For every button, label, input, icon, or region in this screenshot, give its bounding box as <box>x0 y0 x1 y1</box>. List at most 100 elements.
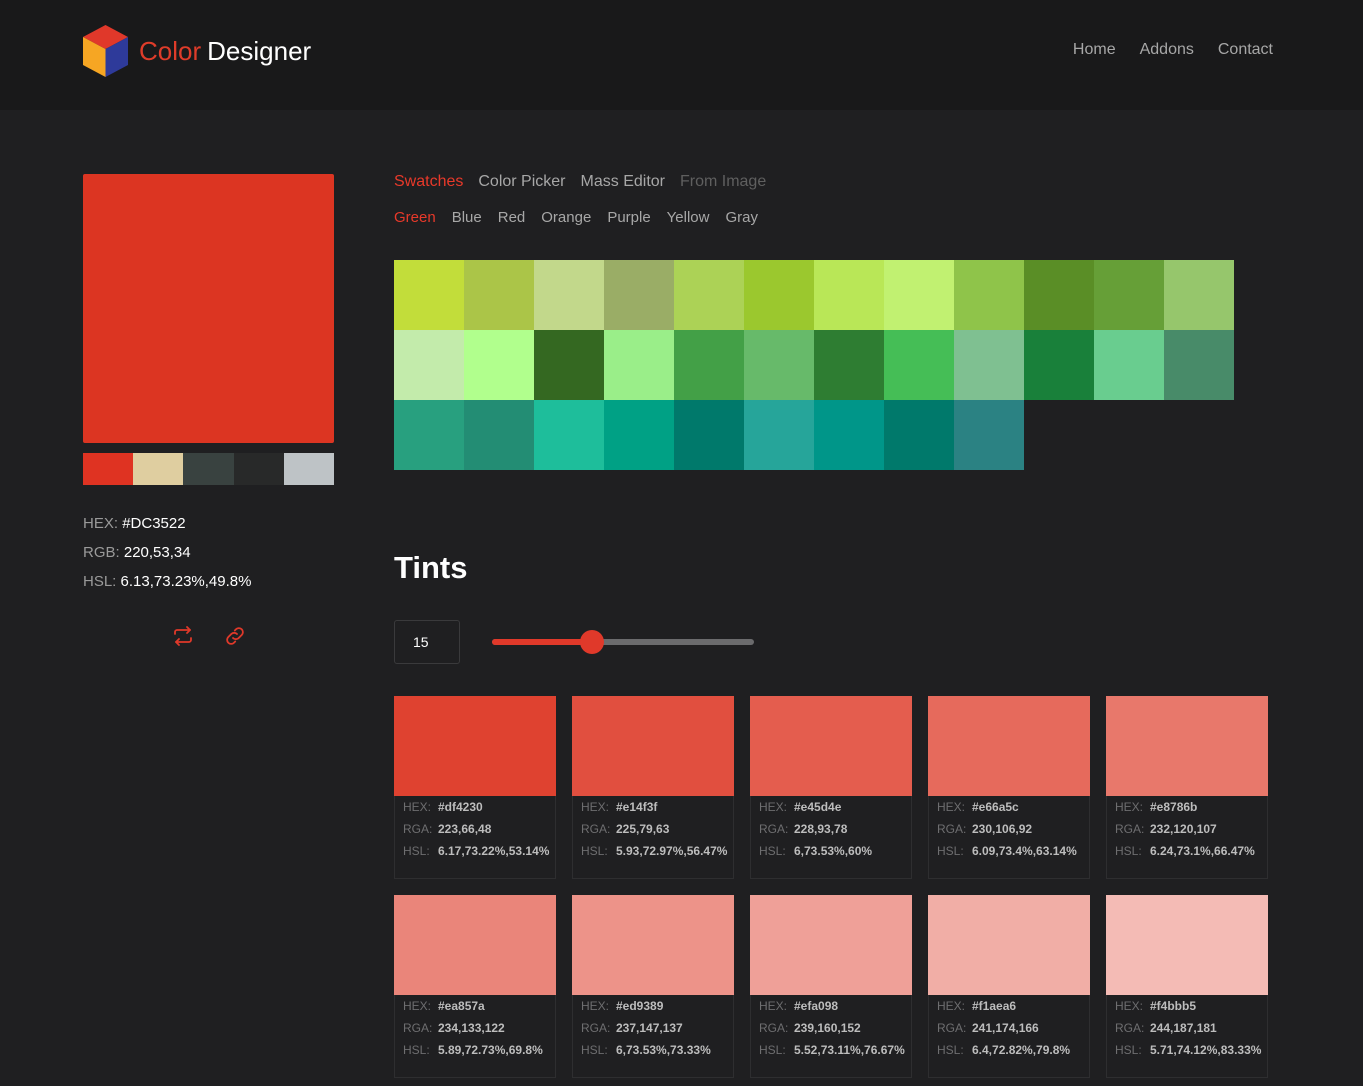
tint-card[interactable]: HEX: #ea857a RGA: 234,133,122 HSL: 5.89,72.73… <box>394 895 556 1078</box>
tint-swatch[interactable] <box>750 696 912 796</box>
nav-home[interactable]: Home <box>1073 41 1116 59</box>
swatch-cell[interactable] <box>534 400 604 470</box>
tint-swatch[interactable] <box>394 696 556 796</box>
tint-card[interactable]: HEX: #e66a5c RGA: 230,106,92 HSL: 6.09,73.4%,… <box>928 696 1090 879</box>
tint-count-input[interactable] <box>394 620 460 664</box>
tint-count-slider[interactable] <box>492 630 754 654</box>
swatch-cell[interactable] <box>814 260 884 330</box>
slider-thumb[interactable] <box>579 630 604 654</box>
tint-hsl-label: HSL: <box>581 1043 608 1057</box>
subtab-gray[interactable]: Gray <box>725 209 758 226</box>
tint-rgb-value: 223,66,48 <box>438 822 492 836</box>
swatch-cell[interactable] <box>394 260 464 330</box>
swatch-cell[interactable] <box>534 260 604 330</box>
tint-hsl-row: HSL: 6.4,72.82%,79.8% <box>929 1039 1089 1061</box>
swatch-cell[interactable] <box>464 330 534 400</box>
swatch-cell[interactable] <box>884 260 954 330</box>
swatch-cell[interactable] <box>954 330 1024 400</box>
tint-card[interactable]: HEX: #f4bbb5 RGA: 244,187,181 HSL: 5.71,74.12… <box>1106 895 1268 1078</box>
palette-swatch[interactable] <box>83 453 134 485</box>
subtab-orange[interactable]: Orange <box>541 209 591 226</box>
swatch-cell[interactable] <box>1024 260 1094 330</box>
tab-swatches[interactable]: Swatches <box>394 173 463 191</box>
nav-addons[interactable]: Addons <box>1140 41 1194 59</box>
swatch-cell[interactable] <box>1094 330 1164 400</box>
tint-hsl-value: 6.17,73.22%,53.14% <box>438 844 550 858</box>
nav-contact[interactable]: Contact <box>1218 41 1273 59</box>
tint-rgb-row: RGA: 230,106,92 <box>929 818 1089 840</box>
swap-icon[interactable] <box>172 625 194 647</box>
current-color-swatch[interactable] <box>83 174 334 443</box>
tint-hex-label: HEX: <box>1115 800 1144 814</box>
tint-hex-row: HEX: #e8786b <box>1107 796 1267 818</box>
swatch-cell[interactable] <box>954 400 1024 470</box>
tint-rgb-label: RGA: <box>937 1021 967 1035</box>
swatch-cell[interactable] <box>674 260 744 330</box>
swatch-cell[interactable] <box>884 330 954 400</box>
link-icon[interactable] <box>224 625 246 647</box>
tint-swatch[interactable] <box>394 895 556 995</box>
tint-rgb-label: RGA: <box>403 1021 433 1035</box>
palette-swatch[interactable] <box>283 453 335 485</box>
tint-card[interactable]: HEX: #ed9389 RGA: 237,147,137 HSL: 6,73.53%,7… <box>572 895 734 1078</box>
tint-card[interactable]: HEX: #e45d4e RGA: 228,93,78 HSL: 6,73.53%,60% <box>750 696 912 879</box>
swatch-cell[interactable] <box>1164 330 1234 400</box>
tint-swatch[interactable] <box>1106 696 1268 796</box>
tint-hex-row: HEX: #e66a5c <box>929 796 1089 818</box>
tab-mass-editor[interactable]: Mass Editor <box>581 173 665 191</box>
tint-hex-label: HEX: <box>1115 999 1144 1013</box>
color-family-tabs: Green Blue Red Orange Purple Yellow Gray <box>394 209 758 226</box>
subtab-blue[interactable]: Blue <box>452 209 482 226</box>
swatch-cell[interactable] <box>394 400 464 470</box>
tint-hex-row: HEX: #ea857a <box>395 995 555 1017</box>
swatch-cell[interactable] <box>534 330 604 400</box>
swatch-cell[interactable] <box>604 260 674 330</box>
swatch-cell[interactable] <box>1024 330 1094 400</box>
tint-card[interactable]: HEX: #efa098 RGA: 239,160,152 HSL: 5.52,73.11… <box>750 895 912 1078</box>
swatch-cell[interactable] <box>1164 260 1234 330</box>
swatch-cell[interactable] <box>464 400 534 470</box>
tint-rgb-row: RGA: 223,66,48 <box>395 818 555 840</box>
swatch-cell[interactable] <box>674 400 744 470</box>
subtab-green[interactable]: Green <box>394 209 436 226</box>
swatch-cell[interactable] <box>954 260 1024 330</box>
tint-rgb-label: RGA: <box>1115 1021 1145 1035</box>
swatch-cell[interactable] <box>814 330 884 400</box>
tint-swatch[interactable] <box>572 895 734 995</box>
tint-card[interactable]: HEX: #e14f3f RGA: 225,79,63 HSL: 5.93,72.97%,… <box>572 696 734 879</box>
tint-hex-row: HEX: #e45d4e <box>751 796 911 818</box>
logo[interactable]: Color Designer <box>82 24 311 78</box>
tint-rgb-label: RGA: <box>581 1021 611 1035</box>
tints-title: Tints <box>394 550 468 585</box>
tint-swatch[interactable] <box>1106 895 1268 995</box>
swatch-cell[interactable] <box>604 330 674 400</box>
tint-swatch[interactable] <box>928 895 1090 995</box>
subtab-red[interactable]: Red <box>498 209 526 226</box>
swatch-cell[interactable] <box>744 330 814 400</box>
tint-card[interactable]: HEX: #f1aea6 RGA: 241,174,166 HSL: 6.4,72.82%… <box>928 895 1090 1078</box>
tint-card[interactable]: HEX: #df4230 RGA: 223,66,48 HSL: 6.17,73.22%,… <box>394 696 556 879</box>
tint-swatch[interactable] <box>750 895 912 995</box>
swatch-cell[interactable] <box>814 400 884 470</box>
tint-hex-value: #ea857a <box>438 999 485 1013</box>
tint-card[interactable]: HEX: #e8786b RGA: 232,120,107 HSL: 6.24,73.1%… <box>1106 696 1268 879</box>
tab-from-image[interactable]: From Image <box>680 173 766 191</box>
tab-color-picker[interactable]: Color Picker <box>478 173 565 191</box>
subtab-purple[interactable]: Purple <box>607 209 650 226</box>
swatch-cell[interactable] <box>744 400 814 470</box>
hex-label: HEX: <box>83 515 119 532</box>
swatch-cell[interactable] <box>394 330 464 400</box>
swatch-cell[interactable] <box>1094 260 1164 330</box>
swatch-cell[interactable] <box>884 400 954 470</box>
swatch-cell[interactable] <box>464 260 534 330</box>
palette-swatch[interactable] <box>233 453 284 485</box>
tint-rgb-value: 232,120,107 <box>1150 822 1217 836</box>
swatch-cell[interactable] <box>604 400 674 470</box>
palette-swatch[interactable] <box>133 453 184 485</box>
swatch-cell[interactable] <box>674 330 744 400</box>
tint-swatch[interactable] <box>928 696 1090 796</box>
tint-swatch[interactable] <box>572 696 734 796</box>
palette-swatch[interactable] <box>183 453 234 485</box>
subtab-yellow[interactable]: Yellow <box>667 209 710 226</box>
swatch-cell[interactable] <box>744 260 814 330</box>
